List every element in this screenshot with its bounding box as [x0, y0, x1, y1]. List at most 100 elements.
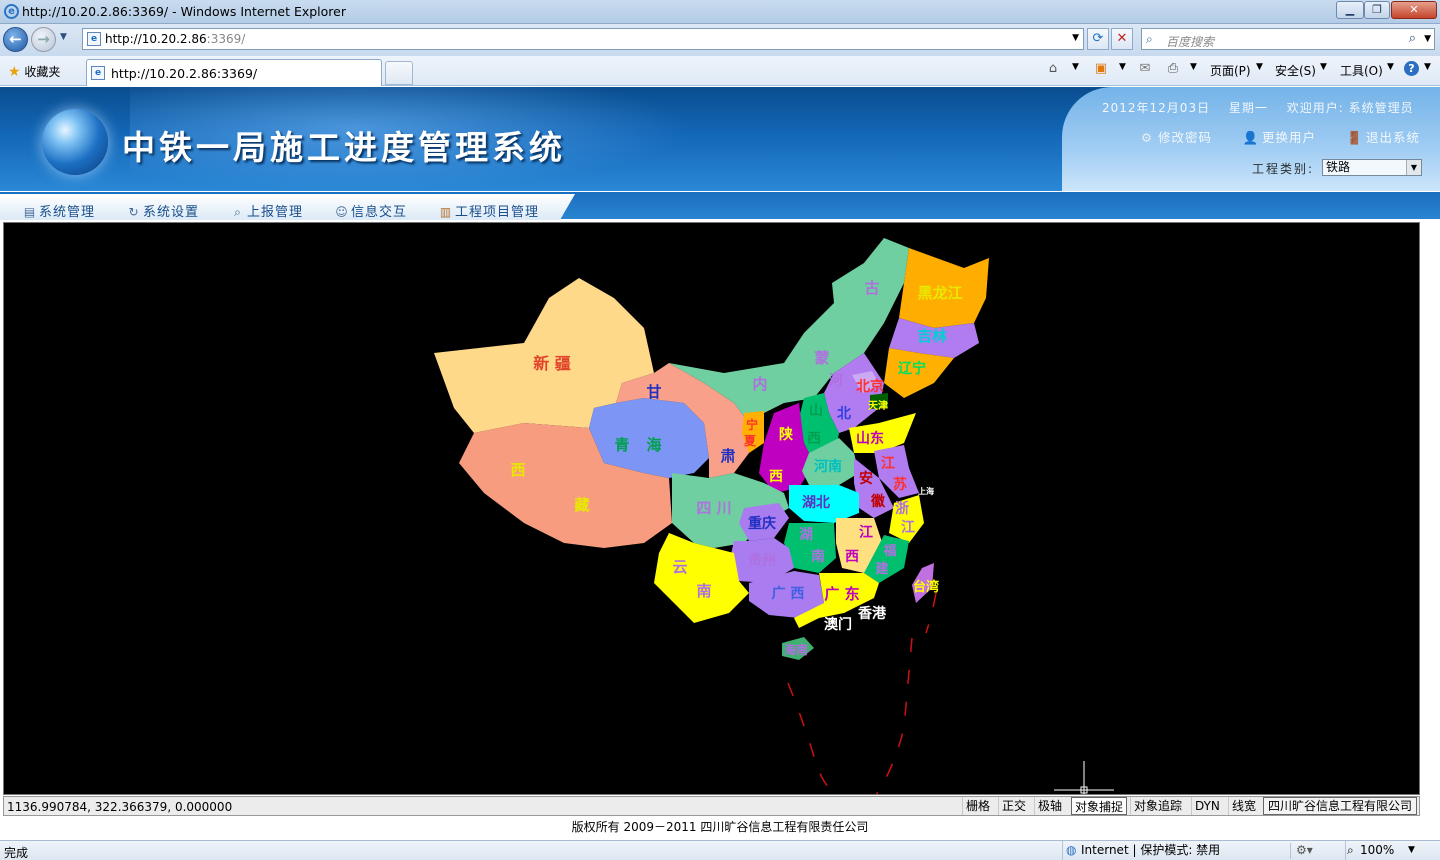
feeds-icon[interactable]: ▣ — [1092, 61, 1110, 77]
menu-label: 工程项目管理 — [455, 205, 540, 220]
minimize-button[interactable]: ▁ — [1336, 1, 1364, 19]
province-label-gansu_1: 甘 — [646, 383, 661, 401]
page-footer-copyright: 版权所有 2009－2011 四川旷谷信息工程有限责任公司 — [571, 820, 869, 834]
address-dropdown-icon[interactable]: ▼ — [1072, 33, 1079, 43]
door-icon: 🚪 — [1346, 130, 1364, 145]
settings-icon: ↻ — [128, 205, 140, 219]
home-dropdown-icon[interactable]: ▼ — [1072, 62, 1079, 72]
safety-menu[interactable]: 安全(S) — [1275, 62, 1316, 79]
province-label-shandong: 山东 — [856, 430, 884, 447]
province-label-henan: 河南 — [814, 458, 842, 475]
home-icon[interactable]: ⌂ — [1044, 61, 1062, 77]
china-province-map[interactable]: 新 疆西藏青 海甘肃古蒙内黑龙江吉林辽宁北京天津河北山西陕西宁夏 山东河南 江苏 上海安… — [4, 223, 1420, 795]
province-label-anhui_1: 安 — [859, 470, 873, 487]
address-port: :3369/ — [206, 32, 246, 46]
favorites-label: 收藏夹 — [24, 65, 61, 79]
toggle-object-snap[interactable]: 对象捕捉 — [1071, 797, 1128, 815]
province-label-neimenggu_2: 蒙 — [814, 349, 829, 367]
print-icon[interactable]: ⎙ — [1164, 61, 1182, 77]
toggle-object-track[interactable]: 对象追踪 — [1130, 797, 1185, 815]
protected-mode-icon[interactable]: ⚙▾ — [1296, 843, 1313, 857]
window-titlebar: e http://10.20.2.86:3369/ - Windows Inte… — [0, 0, 1440, 24]
province-label-jiangsu_1: 江 — [881, 455, 895, 472]
province-label-xizang_2: 藏 — [574, 496, 589, 514]
cad-map-viewer[interactable]: 新 疆西藏青海甘肃古蒙内黑龙江 吉林 辽宁 北京 天津河北山西陕西宁夏山东 河南江苏上海安… — [3, 222, 1420, 795]
feeds-dropdown-icon[interactable]: ▼ — [1119, 62, 1126, 72]
magnifier-icon: ⌕ — [234, 205, 242, 219]
change-password-link[interactable]: ⚙ 修改密码 — [1138, 127, 1212, 146]
chevron-down-icon: ▼ — [1406, 160, 1421, 175]
new-tab-button[interactable] — [385, 61, 413, 85]
province-label-hubei: 湖北 — [802, 495, 830, 511]
mail-icon[interactable]: ✉ — [1136, 61, 1154, 77]
forward-button[interactable]: → — [31, 27, 56, 52]
page-icon: e — [87, 32, 101, 46]
tab-active[interactable]: e http://10.20.2.86:3369/ — [86, 59, 382, 86]
search-input[interactable]: ⌕ 百度搜索 ⌕ ▼ — [1141, 28, 1435, 50]
zoom-dropdown-icon[interactable]: ▼ — [1408, 845, 1415, 855]
province-label-heilongjiang: 黑龙江 — [917, 284, 962, 302]
zoom-icon: ⌕ — [1347, 843, 1354, 857]
refresh-icon[interactable]: ⟳ — [1087, 28, 1109, 50]
province-label-qinghai_2: 海 — [646, 436, 661, 454]
province-label-hainan: 海南 — [784, 642, 808, 657]
page-menu[interactable]: 页面(P) — [1210, 62, 1251, 79]
menu-label: 系统管理 — [39, 205, 96, 220]
current-weekday: 星期一 — [1228, 101, 1268, 115]
stop-icon[interactable]: ✕ — [1111, 28, 1133, 50]
tools-menu[interactable]: 工具(O) — [1340, 62, 1383, 79]
province-label-shaanxi_2: 西 — [769, 469, 783, 485]
zoom-control[interactable]: ⌕ 100% — [1345, 841, 1394, 860]
province-label-shanghai: 上海 — [918, 486, 934, 496]
logout-link[interactable]: 🚪 退出系统 — [1346, 127, 1420, 146]
main-menu-bar: ▤ 系统管理 ↻ 系统设置 ⌕ 上报管理 ☺ 信息交互 ▥ 工程项目管理 — [0, 191, 1440, 220]
menu-tabs: ▤ 系统管理 ↻ 系统设置 ⌕ 上报管理 ☺ 信息交互 ▥ 工程项目管理 — [0, 194, 575, 220]
close-window-button[interactable]: ✕ — [1391, 1, 1437, 19]
star-icon: ★ — [8, 64, 21, 80]
province-label-chongqing: 重庆 — [748, 515, 776, 532]
switch-user-link[interactable]: 👤 更换用户 — [1242, 127, 1316, 146]
maximize-button[interactable]: ❐ — [1364, 1, 1390, 19]
toggle-ortho[interactable]: 正交 — [998, 797, 1029, 815]
search-provider-icon: ⌕ — [1146, 32, 1153, 46]
menu-item-project-management[interactable]: ▥ 工程项目管理 — [438, 201, 539, 220]
help-icon[interactable]: ? — [1404, 61, 1419, 76]
toggle-lineweight[interactable]: 线宽 — [1228, 797, 1259, 815]
tab-page-icon: e — [91, 66, 105, 80]
menu-item-report-management[interactable]: ⌕ 上报管理 — [230, 201, 303, 220]
print-dropdown-icon[interactable]: ▼ — [1190, 62, 1197, 72]
search-options-icon[interactable]: ▼ — [1424, 34, 1431, 44]
search-icon[interactable]: ⌕ — [1409, 31, 1416, 46]
security-zone[interactable]: ◍ Internet | 保护模式: 禁用 — [1062, 841, 1220, 860]
province-label-jiangxi_2: 西 — [845, 549, 859, 565]
menu-item-system-management[interactable]: ▤ 系统管理 — [22, 201, 95, 220]
menu-item-system-settings[interactable]: ↻ 系统设置 — [126, 201, 199, 220]
province-label-liaoning: 辽宁 — [898, 360, 926, 377]
crosshair-cursor-icon — [1054, 761, 1114, 794]
history-dropdown-icon[interactable]: ▼ — [60, 32, 67, 42]
menu-label: 信息交互 — [351, 205, 408, 220]
province-label-anhui_2: 徽 — [870, 493, 886, 510]
province-label-tianjin: 天津 — [868, 399, 888, 412]
favorites-button[interactable]: ★ 收藏夹 — [8, 63, 60, 80]
menu-label: 上报管理 — [247, 205, 304, 220]
welcome-user: 欢迎用户: 系统管理员 — [1286, 101, 1414, 115]
globe-icon: ◍ — [1066, 843, 1077, 857]
search-placeholder: 百度搜索 — [1166, 35, 1215, 49]
help-dropdown-icon[interactable]: ▼ — [1424, 62, 1431, 72]
window-title: http://10.20.2.86:3369/ - Windows Intern… — [22, 4, 346, 19]
project-type-select[interactable]: 铁路 ▼ — [1322, 159, 1422, 176]
menu-item-info-exchange[interactable]: ☺ 信息交互 — [334, 201, 407, 220]
tab-title: http://10.20.2.86:3369/ — [111, 66, 258, 81]
app-header: 中铁一局施工进度管理系统 2012年12月03日 星期一 欢迎用户: 系统管理员… — [0, 87, 1440, 191]
change-password-label: 修改密码 — [1158, 130, 1213, 145]
cabinet-icon: ▥ — [439, 205, 453, 219]
toggle-dyn[interactable]: DYN — [1191, 797, 1223, 815]
province-label-gansu_2: 肃 — [720, 447, 735, 465]
nine-dash-line — [787, 592, 937, 794]
user-info-line: 2012年12月03日 星期一 欢迎用户: 系统管理员 — [1102, 99, 1428, 116]
toggle-polar[interactable]: 极轴 — [1034, 797, 1065, 815]
address-bar[interactable]: e http://10.20.2.86:3369/ ▼ — [82, 28, 1084, 50]
toggle-grid[interactable]: 栅格 — [962, 797, 993, 815]
back-button[interactable]: ← — [3, 27, 28, 52]
